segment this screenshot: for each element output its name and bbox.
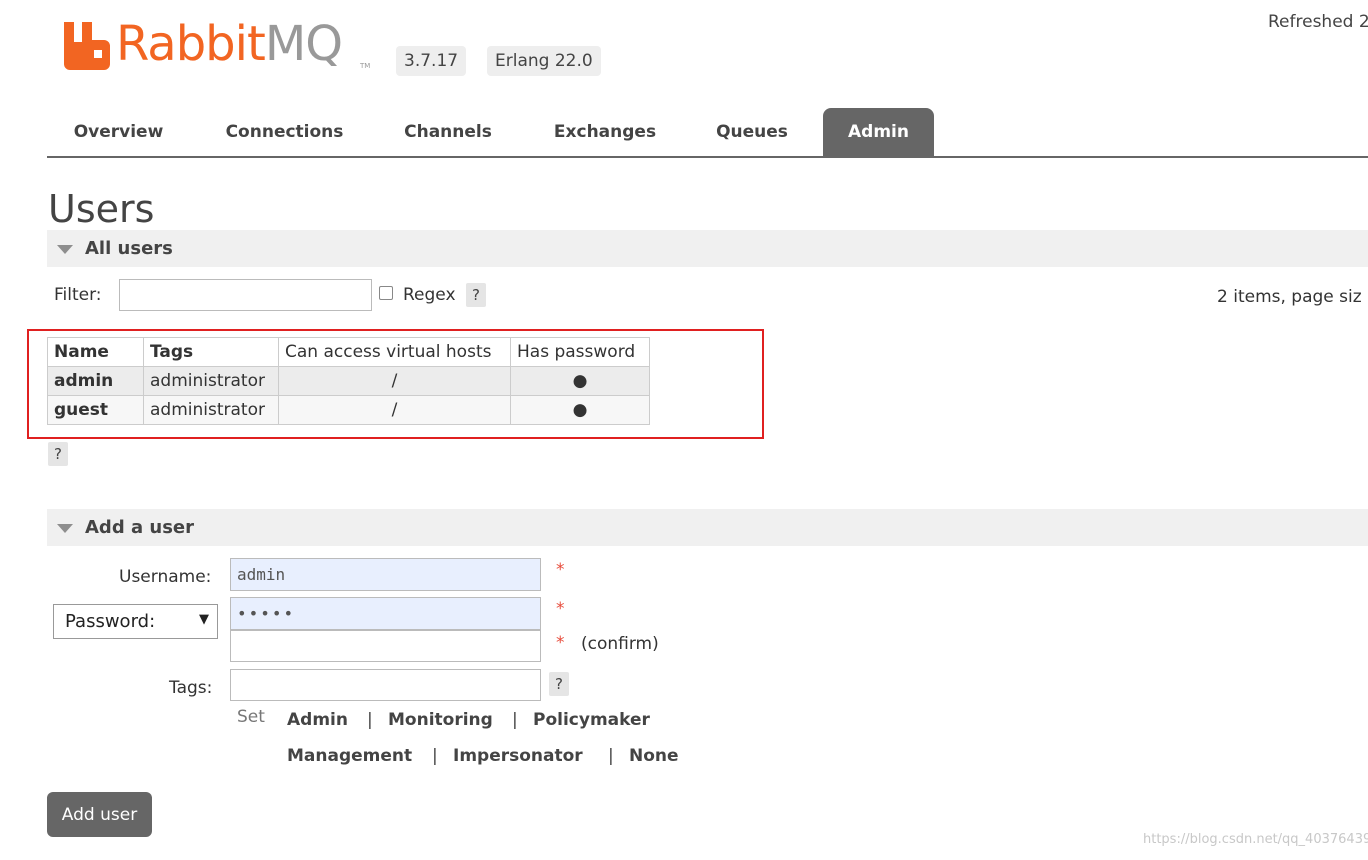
username-label: Username: bbox=[119, 567, 212, 587]
logo-trademark: TM bbox=[360, 62, 371, 70]
tab-connections[interactable]: Connections bbox=[207, 108, 362, 156]
tag-option-management[interactable]: Management bbox=[287, 746, 412, 766]
tags-input[interactable] bbox=[230, 669, 541, 701]
tab-overview[interactable]: Overview bbox=[47, 108, 190, 156]
collapse-triangle-icon bbox=[57, 245, 73, 254]
logo-rabbit: Rabbit bbox=[116, 16, 266, 72]
separator: | bbox=[367, 710, 373, 730]
filter-label: Filter: bbox=[54, 285, 102, 305]
required-mark: * bbox=[556, 599, 565, 619]
tab-admin[interactable]: Admin bbox=[823, 108, 934, 156]
username-input[interactable] bbox=[230, 558, 541, 591]
all-users-section-header[interactable]: All users bbox=[47, 230, 1368, 267]
add-user-section-header[interactable]: Add a user bbox=[47, 509, 1368, 546]
rabbitmq-logo-icon bbox=[64, 22, 110, 70]
page-title: Users bbox=[48, 187, 155, 231]
tags-help-button[interactable]: ? bbox=[549, 672, 569, 696]
tab-exchanges[interactable]: Exchanges bbox=[535, 108, 675, 156]
rabbitmq-logo[interactable]: RabbitMQ TM bbox=[64, 16, 374, 74]
logo-wordmark: RabbitMQ bbox=[116, 14, 343, 74]
watermark-text: https://blog.csdn.net/qq_40376439 bbox=[1143, 832, 1368, 847]
password-input[interactable] bbox=[230, 597, 541, 630]
logo-mq: MQ bbox=[264, 16, 343, 72]
add-user-label: Add a user bbox=[85, 517, 194, 538]
password-mode-select[interactable]: Password: ▼ bbox=[53, 604, 218, 639]
password-mode-value: Password: bbox=[65, 611, 156, 632]
tag-option-none[interactable]: None bbox=[629, 746, 679, 766]
confirm-label: (confirm) bbox=[581, 634, 659, 654]
separator: | bbox=[512, 710, 518, 730]
table-help-button[interactable]: ? bbox=[48, 442, 68, 466]
separator: | bbox=[432, 746, 438, 766]
tab-channels[interactable]: Channels bbox=[385, 108, 511, 156]
version-badge: 3.7.17 bbox=[396, 46, 467, 76]
required-mark: * bbox=[556, 633, 565, 653]
tag-option-admin[interactable]: Admin bbox=[287, 710, 348, 730]
tags-label: Tags: bbox=[169, 678, 213, 698]
erlang-badge: Erlang 22.0 bbox=[487, 46, 601, 76]
tab-queues[interactable]: Queues bbox=[699, 108, 805, 156]
pagination-info: 2 items, page siz bbox=[1217, 287, 1362, 307]
collapse-triangle-icon bbox=[57, 524, 73, 533]
dropdown-arrow-icon: ▼ bbox=[199, 612, 209, 627]
highlight-annotation-box bbox=[27, 329, 764, 439]
required-mark: * bbox=[556, 560, 565, 580]
regex-label: Regex bbox=[403, 285, 456, 305]
regex-checkbox[interactable] bbox=[379, 286, 393, 300]
tag-option-impersonator[interactable]: Impersonator bbox=[453, 746, 583, 766]
set-label: Set bbox=[237, 707, 265, 727]
all-users-label: All users bbox=[85, 238, 173, 259]
password-confirm-input[interactable] bbox=[230, 630, 541, 662]
separator: | bbox=[608, 746, 614, 766]
filter-input[interactable] bbox=[119, 279, 372, 311]
tag-option-monitoring[interactable]: Monitoring bbox=[388, 710, 493, 730]
refreshed-status[interactable]: Refreshed 2 bbox=[1268, 12, 1368, 32]
regex-help-button[interactable]: ? bbox=[466, 283, 486, 307]
add-user-button[interactable]: Add user bbox=[47, 792, 152, 837]
tag-option-policymaker[interactable]: Policymaker bbox=[533, 710, 650, 730]
main-nav-tabs: Overview Connections Channels Exchanges … bbox=[47, 108, 1368, 158]
